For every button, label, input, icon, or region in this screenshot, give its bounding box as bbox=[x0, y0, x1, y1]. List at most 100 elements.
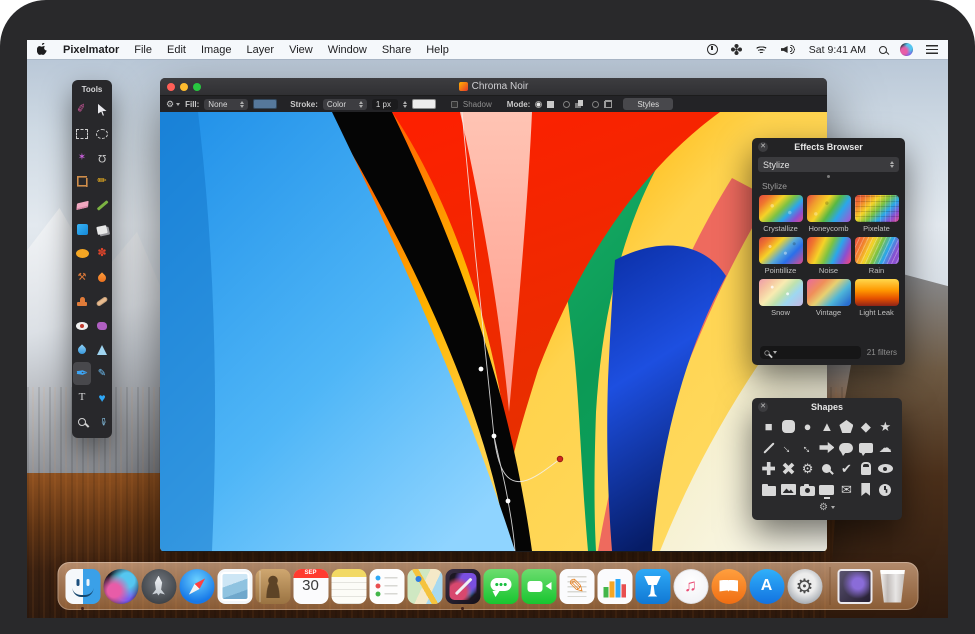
move-tool[interactable] bbox=[92, 98, 112, 121]
effect-thumbnail[interactable] bbox=[855, 279, 899, 306]
paint-brush-tool[interactable]: ✽ bbox=[92, 242, 112, 265]
ellipse-shape-tool[interactable] bbox=[72, 242, 92, 265]
line-shape[interactable] bbox=[759, 438, 778, 457]
circle-shape[interactable]: ● bbox=[798, 417, 817, 436]
color-pen-tool[interactable]: ✐ bbox=[72, 98, 92, 121]
effect-item[interactable]: Crystallize bbox=[759, 195, 803, 233]
effect-thumbnail[interactable] bbox=[855, 195, 899, 222]
notification-center-icon[interactable] bbox=[926, 45, 938, 54]
star-shape[interactable]: ★ bbox=[876, 417, 895, 436]
checkmark-shape[interactable]: ✔ bbox=[837, 459, 856, 478]
gear-icon[interactable]: ⚙ bbox=[166, 99, 180, 110]
siri-app[interactable] bbox=[103, 569, 138, 604]
effect-item[interactable]: Honeycomb bbox=[807, 195, 851, 233]
effects-category-dropdown[interactable]: Stylize bbox=[758, 157, 899, 172]
diamond-shape[interactable]: ◆ bbox=[856, 417, 875, 436]
canvas-area[interactable] bbox=[160, 112, 827, 551]
cloud-shape[interactable]: ☁ bbox=[876, 438, 895, 457]
pen-tool[interactable]: ✒ bbox=[73, 362, 91, 385]
picture-shape[interactable] bbox=[778, 480, 797, 499]
siri-icon[interactable] bbox=[900, 43, 913, 56]
menu-item[interactable]: View bbox=[289, 44, 313, 56]
cross-shape[interactable] bbox=[778, 459, 797, 478]
pencil-tool[interactable]: ✏ bbox=[92, 170, 112, 193]
display-shape[interactable] bbox=[817, 480, 836, 499]
arrow-line-shape[interactable]: → bbox=[778, 438, 797, 457]
menu-item[interactable]: Share bbox=[382, 44, 411, 56]
pixelmator-app[interactable] bbox=[445, 569, 480, 604]
system-preferences-app[interactable]: ⚙ bbox=[787, 569, 822, 604]
effect-item[interactable]: Pixelate bbox=[855, 195, 899, 233]
plus-shape[interactable] bbox=[759, 459, 778, 478]
rounded-square-shape[interactable] bbox=[778, 417, 797, 436]
effect-thumbnail[interactable] bbox=[855, 237, 899, 264]
smudge-tool[interactable] bbox=[92, 266, 112, 289]
messages-app[interactable] bbox=[483, 569, 518, 604]
stroke-width-stepper[interactable] bbox=[403, 101, 407, 108]
effect-thumbnail[interactable] bbox=[759, 195, 803, 222]
round-speech-bubble-shape[interactable] bbox=[837, 438, 856, 457]
spotlight-search-icon[interactable] bbox=[879, 46, 887, 54]
folder-shape[interactable] bbox=[759, 480, 778, 499]
bluetooth-icon[interactable] bbox=[731, 44, 742, 55]
keynote-app[interactable] bbox=[635, 569, 670, 604]
magnifier-shape[interactable] bbox=[817, 459, 836, 478]
pages-app[interactable]: ✎ bbox=[559, 569, 594, 604]
stroke-width-field[interactable]: 1 px bbox=[372, 99, 398, 110]
eye-shape[interactable] bbox=[876, 459, 895, 478]
effect-thumbnail[interactable] bbox=[807, 195, 851, 222]
menu-item[interactable]: Image bbox=[201, 44, 232, 56]
blur-tool[interactable] bbox=[72, 338, 92, 361]
volume-icon[interactable] bbox=[781, 44, 796, 55]
notes-app[interactable] bbox=[331, 569, 366, 604]
envelope-shape[interactable]: ✉ bbox=[837, 480, 856, 499]
clone-stamp-tool[interactable] bbox=[72, 290, 92, 313]
effects-search-field[interactable] bbox=[760, 346, 861, 359]
zoom-button[interactable] bbox=[193, 83, 201, 91]
double-arrow-line-shape[interactable]: ↔ bbox=[798, 438, 817, 457]
eyedropper-tool[interactable]: ✑ bbox=[92, 410, 112, 433]
stroke-dropdown[interactable]: Color bbox=[323, 99, 367, 110]
styles-button[interactable]: Styles bbox=[623, 98, 673, 110]
effect-thumbnail[interactable] bbox=[807, 237, 851, 264]
effect-thumbnail[interactable] bbox=[759, 237, 803, 264]
gear-shape[interactable]: ⚙ bbox=[798, 459, 817, 478]
bookmark-shape[interactable] bbox=[856, 480, 875, 499]
trash[interactable] bbox=[875, 569, 910, 604]
books-app[interactable] bbox=[711, 569, 746, 604]
effect-thumbnail[interactable] bbox=[807, 279, 851, 306]
mode-radio-outline[interactable] bbox=[592, 101, 599, 108]
camera-shape[interactable] bbox=[798, 480, 817, 499]
ellipse-marquee-tool[interactable] bbox=[92, 122, 112, 145]
numbers-app[interactable] bbox=[597, 569, 632, 604]
crop-tool[interactable] bbox=[72, 170, 92, 193]
maps-app[interactable] bbox=[407, 569, 442, 604]
menu-item[interactable]: File bbox=[134, 44, 152, 56]
stroke-color-swatch[interactable] bbox=[412, 99, 436, 109]
safari-app[interactable] bbox=[179, 569, 214, 604]
square-speech-bubble-shape[interactable] bbox=[856, 438, 875, 457]
effect-item[interactable]: Snow bbox=[759, 279, 803, 317]
swatches-tool[interactable] bbox=[92, 218, 112, 241]
contacts-app[interactable] bbox=[255, 569, 290, 604]
fill-color-swatch[interactable] bbox=[253, 99, 277, 109]
repair-tool[interactable]: ⚒ bbox=[72, 266, 92, 289]
effect-item[interactable]: Vintage bbox=[807, 279, 851, 317]
shadow-checkbox[interactable] bbox=[451, 101, 458, 108]
stack-item[interactable] bbox=[837, 569, 872, 604]
gear-icon[interactable]: ⚙ bbox=[819, 502, 828, 513]
custom-shape-tool[interactable]: ♥ bbox=[92, 386, 112, 409]
clock-shape[interactable] bbox=[876, 480, 895, 499]
fill-dropdown[interactable]: None bbox=[204, 99, 248, 110]
active-app-menu[interactable]: Pixelmator bbox=[63, 44, 119, 56]
appstore-app[interactable]: A bbox=[749, 569, 784, 604]
itunes-app[interactable]: ♫ bbox=[673, 569, 708, 604]
rect-marquee-tool[interactable] bbox=[72, 122, 92, 145]
eraser-tool[interactable] bbox=[72, 194, 92, 217]
menu-item[interactable]: Edit bbox=[167, 44, 186, 56]
facetime-app[interactable] bbox=[521, 569, 556, 604]
effect-item[interactable]: Noise bbox=[807, 237, 851, 275]
minimize-button[interactable] bbox=[180, 83, 188, 91]
menu-item[interactable]: Layer bbox=[247, 44, 275, 56]
square-shape[interactable]: ■ bbox=[759, 417, 778, 436]
